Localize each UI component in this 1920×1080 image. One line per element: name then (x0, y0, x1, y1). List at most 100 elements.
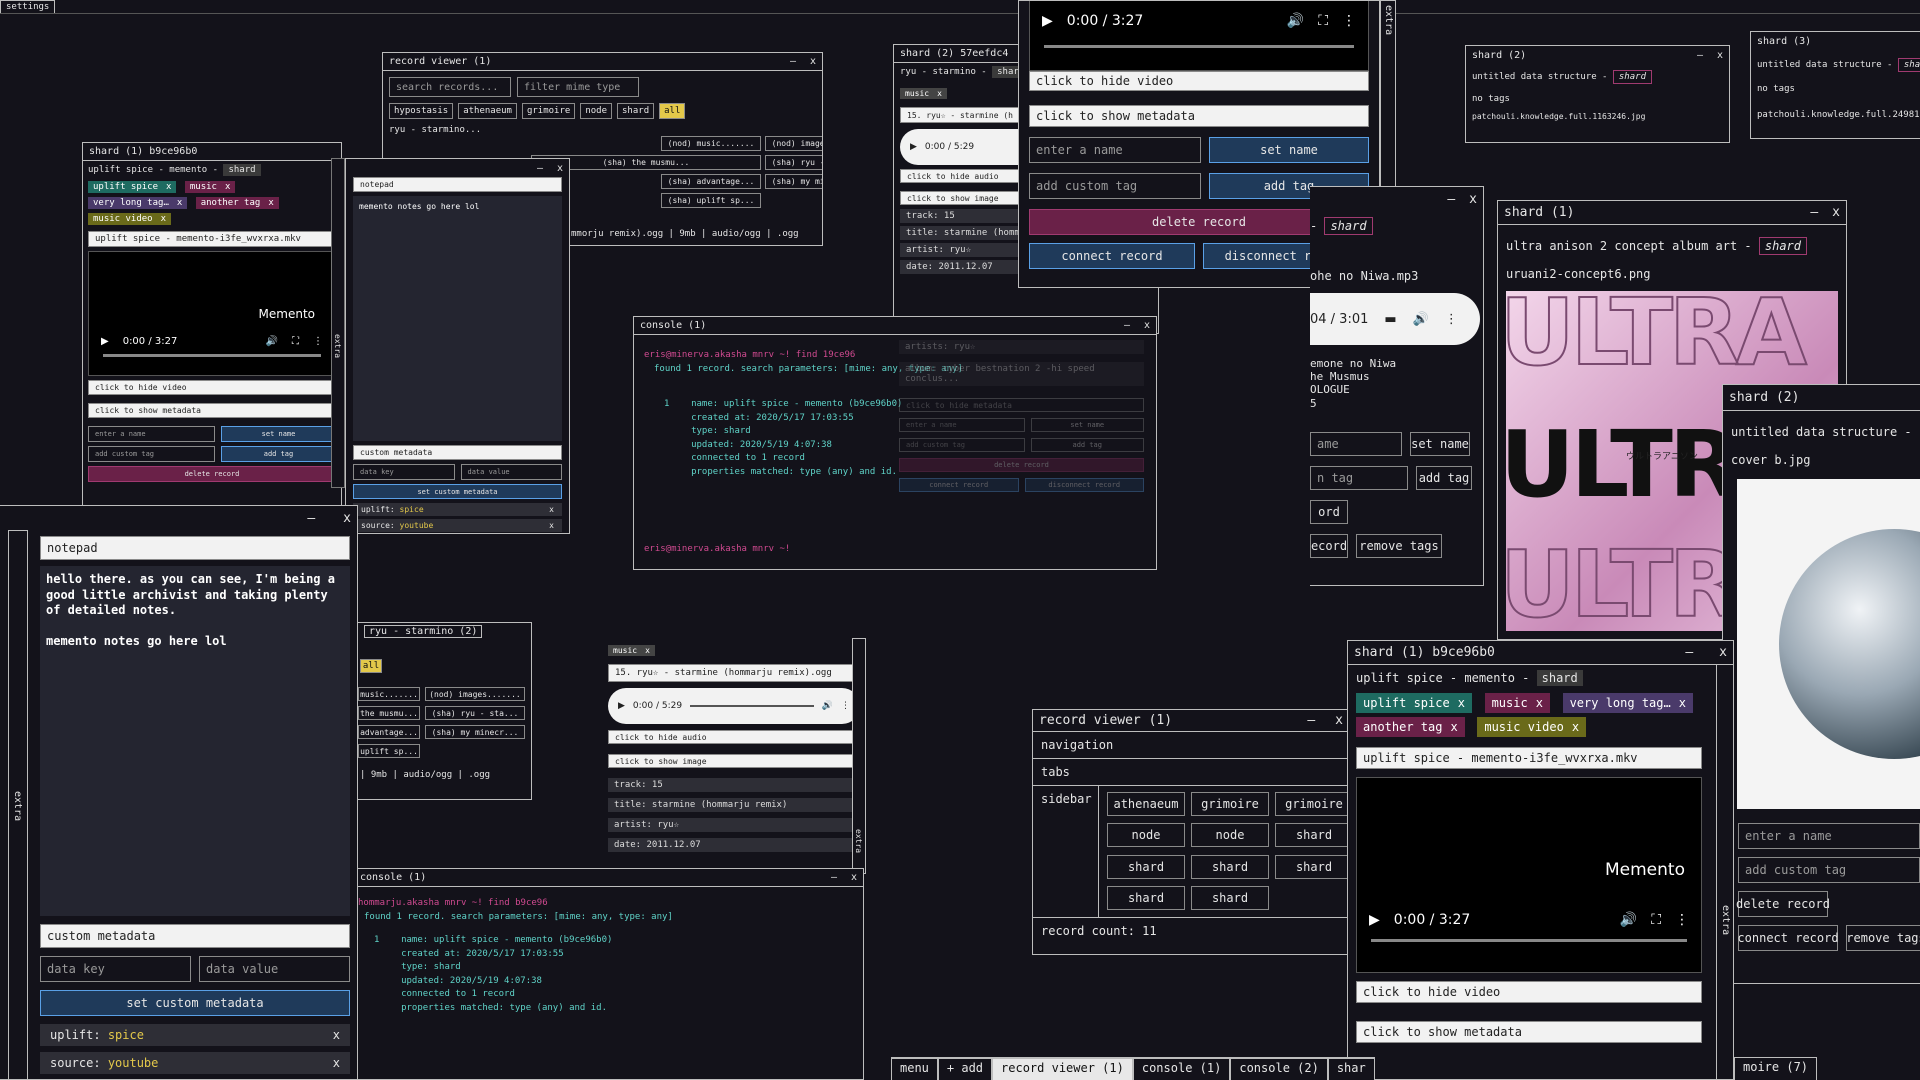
cover-image[interactable] (1737, 479, 1920, 809)
settings-button[interactable]: settings (0, 0, 56, 14)
tab-athenaeum[interactable]: athenaeum (458, 103, 517, 119)
delete-record-button[interactable]: ord (1310, 499, 1348, 524)
add-tag-button[interactable]: add tag (1416, 465, 1472, 490)
hide-audio-toggle[interactable]: click to hide audio (608, 730, 860, 744)
video-progress[interactable] (1371, 939, 1687, 942)
minimize-icon[interactable]: – (1810, 205, 1818, 220)
tag-chip[interactable]: music video x (1477, 717, 1587, 737)
close-icon[interactable]: x (557, 163, 563, 174)
close-icon[interactable]: x (1144, 320, 1150, 331)
close-icon[interactable]: x (177, 198, 182, 208)
taskbar-add[interactable]: + add (937, 1058, 993, 1080)
connect-record-button[interactable]: connect record (1029, 243, 1195, 269)
more-icon[interactable]: ⋮ (313, 336, 323, 347)
set-metadata-button[interactable]: set custom metadata (353, 484, 562, 499)
close-icon[interactable]: x (1335, 713, 1343, 728)
show-image-toggle[interactable]: click to show image (608, 754, 860, 768)
tab-all[interactable]: all (360, 659, 382, 673)
tabs-section[interactable]: tabs (1033, 759, 1349, 786)
audio-player[interactable]: 04 / 3:01 ▬ 🔊 ⋮ (1310, 293, 1480, 345)
minimize-icon[interactable]: – (1124, 320, 1130, 331)
close-icon[interactable]: x (937, 89, 942, 98)
list-item[interactable]: (sha) uplift sp... (661, 193, 761, 208)
hide-video-toggle[interactable]: click to hide video (88, 380, 336, 395)
show-metadata-toggle[interactable]: click to show metadata (1029, 105, 1369, 127)
video-progress[interactable] (103, 354, 321, 357)
set-name-button[interactable]: set name (1410, 431, 1470, 456)
taskbar-item[interactable]: shar (1327, 1058, 1375, 1080)
list-item[interactable]: (sha) my minecr... (765, 174, 822, 189)
hide-video-toggle[interactable]: click to hide video (1356, 981, 1702, 1003)
navigation-section[interactable]: navigation (1033, 732, 1349, 759)
record-button[interactable]: shard (1107, 885, 1185, 910)
add-tag-button[interactable]: add tag (221, 446, 336, 462)
play-icon[interactable]: ▶ (1369, 912, 1380, 928)
list-item[interactable]: (sha) my minecr... (425, 725, 525, 739)
tag-chip[interactable]: another tag x (1356, 717, 1465, 737)
tag-input[interactable]: add custom tag (1029, 173, 1201, 199)
connect-record-button[interactable]: ecord (1310, 533, 1348, 558)
extra-label[interactable]: extra (12, 791, 23, 821)
close-icon[interactable]: x (343, 511, 351, 526)
close-icon[interactable]: x (1469, 192, 1477, 207)
sidebar-section[interactable]: sidebar (1033, 786, 1099, 917)
tag-chip[interactable]: music x (1484, 693, 1550, 713)
audio-player[interactable]: ▶ 0:00 / 5:29 🔊 ⋮ (608, 688, 860, 724)
tag-input[interactable]: add custom tag (1738, 857, 1920, 883)
tag-chip[interactable]: very long tag… x (88, 197, 188, 209)
taskbar-item[interactable]: moire (7) (1734, 1057, 1818, 1080)
close-icon[interactable]: x (268, 198, 273, 208)
more-icon[interactable]: ⋮ (841, 701, 850, 711)
volume-icon[interactable]: 🔊 (1287, 13, 1304, 29)
list-item[interactable]: advantage... (358, 725, 420, 739)
show-metadata-toggle[interactable]: click to show metadata (88, 403, 336, 418)
close-icon[interactable]: x (1719, 645, 1727, 660)
notepad-text[interactable]: memento notes go here lol (353, 196, 562, 441)
close-icon[interactable]: x (225, 182, 230, 192)
record-button[interactable]: shard (1275, 823, 1349, 848)
minimize-icon[interactable]: – (1447, 192, 1455, 207)
more-icon[interactable]: ⋮ (1445, 312, 1458, 327)
close-icon[interactable]: x (1450, 720, 1457, 734)
video-progress[interactable] (1044, 45, 1354, 48)
video-player[interactable]: Memento ▶ 0:00 / 3:27 🔊 ⛶ ⋮ (1356, 777, 1702, 973)
minimize-icon[interactable]: – (790, 56, 796, 67)
remove-tags-button[interactable]: remove tags (1356, 533, 1442, 558)
extra-label[interactable]: extra (1720, 905, 1731, 935)
data-value-input[interactable]: data value (199, 956, 350, 982)
delete-record-button[interactable]: delete record (1736, 891, 1830, 917)
minimize-icon[interactable]: – (1685, 645, 1693, 660)
record-button[interactable]: shard (1275, 854, 1349, 879)
delete-record-button[interactable]: delete record (88, 466, 336, 482)
remove-tags-button[interactable]: remove tags (1846, 925, 1920, 951)
video-player[interactable]: Memento ▶ 0:00 / 3:27 🔊 ⛶ ⋮ (88, 251, 336, 376)
volume-icon[interactable]: 🔊 (1620, 912, 1637, 928)
mime-filter-input[interactable]: filter mime type (517, 77, 639, 97)
record-button[interactable]: shard (1191, 854, 1269, 879)
fullscreen-icon[interactable]: ⛶ (1651, 912, 1661, 928)
extra-label[interactable]: extra (333, 334, 342, 358)
close-icon[interactable]: x (810, 56, 816, 67)
show-metadata-toggle[interactable]: click to show metadata (1356, 1021, 1702, 1043)
close-icon[interactable]: x (1572, 720, 1579, 734)
record-button[interactable]: athenaeum (1107, 792, 1185, 816)
list-item[interactable]: (nod) music....... (661, 136, 761, 151)
list-item[interactable]: music....... (358, 687, 420, 701)
close-icon[interactable]: x (1717, 50, 1723, 61)
minimize-icon[interactable]: – (1697, 50, 1703, 61)
tab-all[interactable]: all (659, 103, 686, 119)
taskbar-item[interactable]: console (1) (1132, 1058, 1231, 1080)
play-icon[interactable]: ▶ (910, 142, 917, 152)
data-key-input[interactable]: data key (353, 464, 455, 480)
name-input[interactable]: ame (1310, 431, 1402, 456)
minimize-icon[interactable]: – (537, 163, 543, 174)
list-item[interactable]: the musmu... (358, 706, 420, 720)
name-input[interactable]: enter a name (88, 426, 215, 442)
minimize-icon[interactable]: – (1307, 713, 1315, 728)
list-item[interactable]: (nod) images...... (765, 136, 822, 151)
volume-icon[interactable]: 🔊 (266, 336, 278, 347)
taskbar-item[interactable]: console (2) (1230, 1058, 1328, 1080)
tab-hypostasis[interactable]: hypostasis (389, 103, 454, 119)
play-icon[interactable]: ▶ (101, 336, 109, 347)
tag-chip[interactable]: uplift spice x (88, 181, 177, 193)
